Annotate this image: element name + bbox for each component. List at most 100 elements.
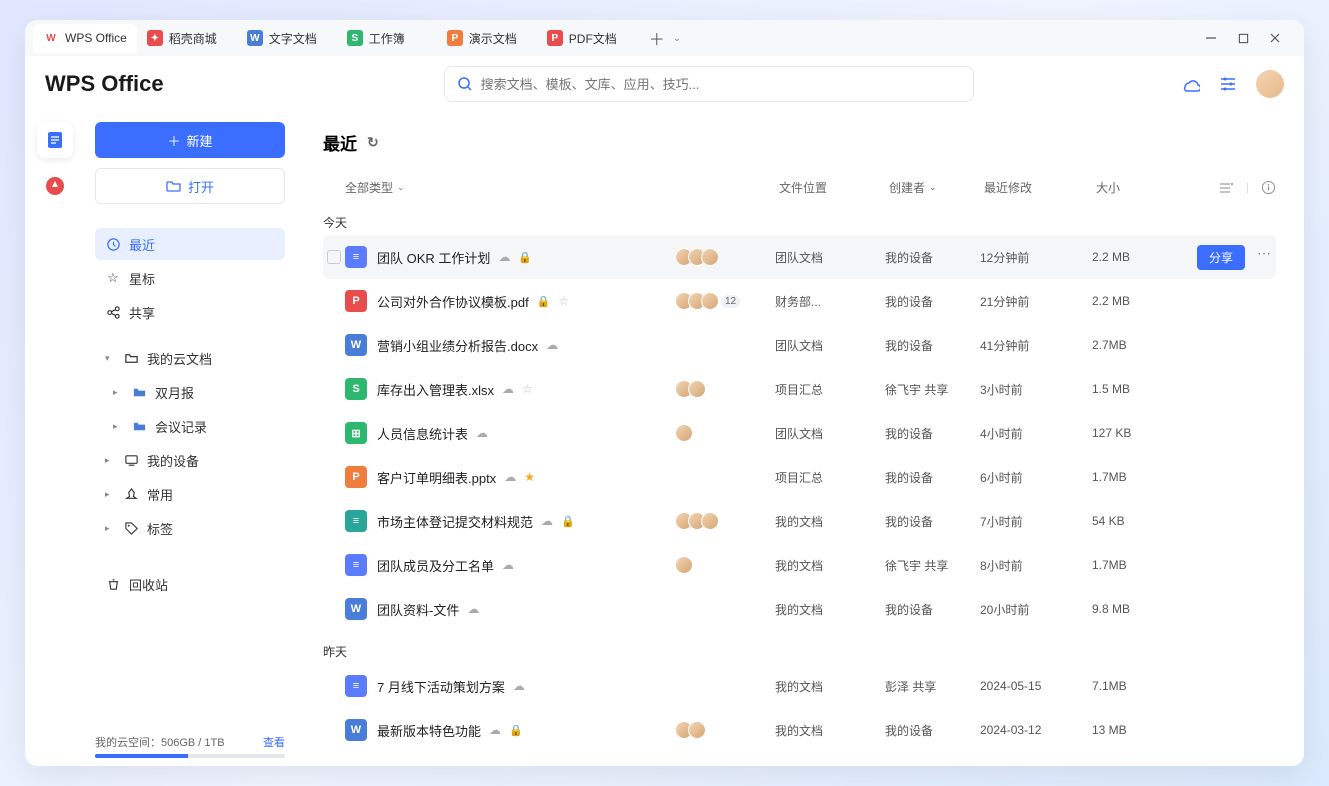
- share-button[interactable]: 分享: [1197, 245, 1245, 270]
- file-creator: 徐飞宇 共享: [885, 381, 980, 398]
- file-location: 项目汇总: [775, 469, 885, 486]
- file-type-icon: ≡: [345, 510, 367, 532]
- filter-type[interactable]: 全部类型⌄: [345, 179, 679, 196]
- new-button[interactable]: ＋新建: [95, 122, 285, 158]
- user-avatar[interactable]: [1256, 70, 1284, 98]
- rail-docs[interactable]: [37, 122, 73, 158]
- nav-star[interactable]: ☆星标: [95, 262, 285, 294]
- file-row[interactable]: W 营销小组业绩分析报告.docx☁ 团队文档 我的设备 41分钟前 2.7MB: [323, 323, 1276, 367]
- collaborator-avatars: [675, 424, 775, 442]
- more-button[interactable]: ⋯: [1257, 245, 1272, 270]
- nav-tags[interactable]: ▸标签: [95, 512, 285, 544]
- page-title: 最近: [323, 130, 357, 155]
- file-row[interactable]: ≡ 团队成员及分工名单☁ 我的文档 徐飞宇 共享 8小时前 1.7MB: [323, 543, 1276, 587]
- search-box[interactable]: [444, 66, 974, 102]
- tab-2[interactable]: W文字文档: [237, 24, 337, 53]
- file-row[interactable]: P 客户订单明细表.pptx☁★ 项目汇总 我的设备 6小时前 1.7MB: [323, 455, 1276, 499]
- nav-device[interactable]: ▸我的设备: [95, 444, 285, 476]
- file-modified: 12分钟前: [980, 249, 1092, 266]
- lock-icon: 🔒: [537, 295, 551, 308]
- open-button[interactable]: 打开: [95, 168, 285, 204]
- tab-list-chevron[interactable]: ⌄: [673, 33, 689, 44]
- checkbox[interactable]: [327, 250, 341, 264]
- tab-1[interactable]: ✦稻壳商城: [137, 24, 237, 53]
- chevron-right-icon: ▸: [105, 489, 115, 500]
- file-size: 127 KB: [1092, 426, 1182, 440]
- file-row[interactable]: S 库存出入管理表.xlsx☁☆ 项目汇总 徐飞宇 共享 3小时前 1.5 MB: [323, 367, 1276, 411]
- file-size: 13 MB: [1092, 723, 1182, 737]
- file-type-icon: ≡: [345, 246, 367, 268]
- col-creator[interactable]: 创建者⌄: [889, 179, 984, 196]
- cloud-icon: ☁: [541, 514, 553, 528]
- star-icon[interactable]: ★: [524, 470, 535, 484]
- file-modified: 2024-03-12: [980, 723, 1092, 737]
- lock-icon: 🔒: [518, 251, 532, 264]
- file-location: 团队文档: [775, 249, 885, 266]
- lock-icon: 🔒: [561, 515, 575, 528]
- device-icon: [123, 452, 139, 468]
- cloud-icon: ☁: [467, 602, 479, 616]
- tab-icon: W: [43, 30, 59, 46]
- collaborator-avatars: [675, 380, 775, 398]
- nav-freq[interactable]: ▸常用: [95, 478, 285, 510]
- tab-icon: P: [447, 30, 463, 46]
- file-creator: 我的设备: [885, 249, 980, 266]
- file-row[interactable]: P 公司对外合作协议模板.pdf🔒☆ 12 财务部... 我的设备 21分钟前 …: [323, 279, 1276, 323]
- nav-cloud[interactable]: ▾我的云文档: [95, 342, 285, 374]
- file-row[interactable]: W 团队资料-文件☁ 我的文档 我的设备 20小时前 9.8 MB: [323, 587, 1276, 631]
- file-row[interactable]: ≡ 7 月线下活动策划方案☁ 我的文档 彭泽 共享 2024-05-15 7.1…: [323, 664, 1276, 708]
- nav-trash[interactable]: 回收站: [95, 568, 285, 600]
- star-icon[interactable]: ☆: [558, 294, 569, 308]
- file-modified: 2024-05-15: [980, 679, 1092, 693]
- refresh-icon[interactable]: ↻: [367, 134, 379, 151]
- nav-cloud-sub1[interactable]: ▸双月报: [95, 376, 285, 408]
- col-size[interactable]: 大小: [1096, 179, 1186, 196]
- storage-label: 我的云空间：506GB / 1TB: [95, 734, 225, 750]
- minimize-button[interactable]: [1204, 31, 1218, 45]
- tab-label: PDF文档: [569, 30, 617, 47]
- file-location: 我的文档: [775, 678, 885, 695]
- col-location[interactable]: 文件位置: [779, 179, 889, 196]
- nav-recent[interactable]: 最近: [95, 228, 285, 260]
- file-location: 团队文档: [775, 337, 885, 354]
- tab-5[interactable]: PPDF文档: [537, 24, 637, 53]
- file-location: 我的文档: [775, 722, 885, 739]
- top-bar: WPS Office: [25, 56, 1304, 112]
- file-row[interactable]: ⊞ 人员信息统计表☁ 团队文档 我的设备 4小时前 127 KB: [323, 411, 1276, 455]
- tab-4[interactable]: P演示文档: [437, 24, 537, 53]
- settings-icon[interactable]: [1218, 74, 1238, 94]
- tab-0[interactable]: WWPS Office: [33, 24, 137, 53]
- cloud-sync-icon[interactable]: [1180, 74, 1200, 94]
- maximize-button[interactable]: [1236, 31, 1250, 45]
- storage-link[interactable]: 查看: [263, 734, 285, 750]
- info-icon[interactable]: [1261, 180, 1276, 196]
- cloud-icon: ☁: [498, 250, 510, 264]
- chevron-right-icon: ▸: [113, 387, 123, 398]
- column-headers: 全部类型⌄ 文件位置 创建者⌄ 最近修改 大小 |: [323, 173, 1276, 202]
- file-row[interactable]: ≡ 市场主体登记提交材料规范☁🔒 我的文档 我的设备 7小时前 54 KB: [323, 499, 1276, 543]
- col-modified[interactable]: 最近修改: [984, 179, 1096, 196]
- list-settings-icon[interactable]: [1218, 180, 1234, 196]
- file-type-icon: ⊞: [345, 422, 367, 444]
- file-type-icon: P: [345, 466, 367, 488]
- file-name: 团队资料-文件: [377, 600, 459, 619]
- trash-icon: [105, 576, 121, 592]
- tab-icon: ✦: [147, 30, 163, 46]
- file-name: 团队成员及分工名单: [377, 556, 494, 575]
- file-name: 市场主体登记提交材料规范: [377, 512, 533, 531]
- file-modified: 7小时前: [980, 513, 1092, 530]
- file-location: 我的文档: [775, 601, 885, 618]
- close-button[interactable]: [1268, 31, 1282, 45]
- nav-share[interactable]: 共享: [95, 296, 285, 328]
- new-tab-button[interactable]: ＋: [643, 26, 671, 50]
- file-row[interactable]: W 最新版本特色功能☁🔒 我的文档 我的设备 2024-03-12 13 MB: [323, 708, 1276, 752]
- tab-3[interactable]: S工作簿: [337, 24, 437, 53]
- file-modified: 21分钟前: [980, 293, 1092, 310]
- share-icon: [105, 304, 121, 320]
- file-row[interactable]: ≡ 团队 OKR 工作计划☁🔒 团队文档 我的设备 12分钟前 2.2 MB 分…: [323, 235, 1276, 279]
- search-input[interactable]: [481, 77, 961, 92]
- rail-store[interactable]: [37, 168, 73, 204]
- lock-icon: 🔒: [509, 724, 523, 737]
- nav-cloud-sub2[interactable]: ▸会议记录: [95, 410, 285, 442]
- star-icon[interactable]: ☆: [522, 382, 533, 396]
